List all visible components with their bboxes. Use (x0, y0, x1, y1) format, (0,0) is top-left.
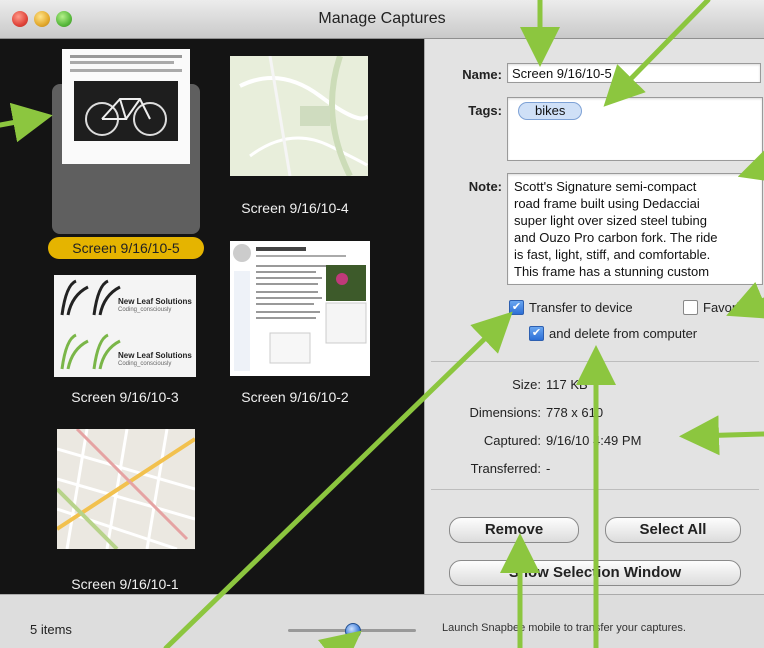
checkmark-icon: ✔ (509, 300, 524, 315)
capture-thumbnail[interactable] (62, 49, 190, 164)
name-value: Screen 9/16/10-5 (512, 66, 612, 81)
transferred-label: Transferred: (470, 461, 541, 476)
checkbox-icon (683, 300, 698, 315)
checkmark-icon: ✔ (529, 326, 544, 341)
favorite-checkbox[interactable]: Favorite (683, 300, 750, 315)
manage-captures-window: Manage Captures Screen 9/16/10-5 Screen … (0, 0, 764, 648)
separator (431, 489, 759, 490)
captured-label: Captured: (483, 433, 541, 448)
dimensions-value: 778 x 610 (546, 405, 604, 420)
captured-value: 9/16/10 4:49 PM (546, 433, 642, 448)
capture-label[interactable]: Screen 9/16/10-1 (50, 576, 200, 592)
details-panel: Name: Screen 9/16/10-5 Tags: bikes Note:… (424, 39, 764, 594)
slider-knob[interactable] (345, 623, 361, 639)
delete-label: and delete from computer (549, 326, 698, 341)
item-count: 5 items (30, 622, 72, 637)
capture-thumbnail[interactable] (230, 241, 370, 376)
capture-label[interactable]: Screen 9/16/10-3 (50, 389, 200, 405)
capture-thumbnail[interactable]: New Leaf Solutions Coding_consciously Ne… (54, 275, 196, 377)
window-title: Manage Captures (318, 10, 446, 27)
capture-label[interactable]: Screen 9/16/10-5 (48, 237, 204, 259)
logo-text: New Leaf Solutions (118, 351, 192, 360)
title-bar: Manage Captures (0, 0, 764, 39)
tag-token[interactable]: bikes (518, 102, 583, 120)
status-bar: 5 items Launch Snapbee mobile to transfe… (0, 594, 764, 648)
capture-thumbnail[interactable] (55, 427, 197, 551)
tags-label: Tags: (468, 103, 502, 118)
dimensions-label: Dimensions: (469, 405, 541, 420)
note-field[interactable]: Scott's Signature semi-compact road fram… (507, 173, 763, 285)
wikipedia-page-image (233, 244, 367, 371)
logo-text: New Leaf Solutions (118, 297, 192, 306)
street-map-image (55, 427, 197, 551)
map-image (230, 55, 370, 178)
transferred-value: - (546, 461, 551, 476)
logo-tagline: Coding_consciously (118, 361, 172, 367)
delete-from-computer-checkbox[interactable]: ✔ and delete from computer (529, 326, 697, 341)
bicycle-image (85, 98, 167, 136)
status-message: Launch Snapbee mobile to transfer your c… (442, 622, 686, 634)
separator (431, 361, 759, 362)
capture-label[interactable]: Screen 9/16/10-2 (220, 389, 370, 405)
name-label: Name: (462, 67, 502, 82)
favorite-label: Favorite (703, 300, 750, 315)
select-all-button[interactable]: Select All (605, 517, 741, 543)
captures-grid: Screen 9/16/10-5 Screen 9/16/10-4 New Le… (0, 39, 424, 594)
name-field[interactable]: Screen 9/16/10-5 (507, 63, 761, 83)
capture-thumbnail[interactable] (230, 55, 370, 178)
capture-label[interactable]: Screen 9/16/10-4 (220, 200, 370, 216)
logo-tagline: Coding_consciously (118, 307, 172, 313)
remove-button[interactable]: Remove (449, 517, 579, 543)
size-label: Size: (512, 377, 541, 392)
transfer-label: Transfer to device (529, 300, 633, 315)
tags-field[interactable]: bikes (507, 97, 763, 161)
note-label: Note: (468, 179, 502, 194)
size-value: 117 KB (546, 377, 588, 392)
transfer-to-device-checkbox[interactable]: ✔ Transfer to device (509, 300, 633, 315)
show-selection-window-button[interactable]: Show Selection Window (449, 560, 741, 586)
note-value: Scott's Signature semi-compact road fram… (514, 179, 718, 279)
